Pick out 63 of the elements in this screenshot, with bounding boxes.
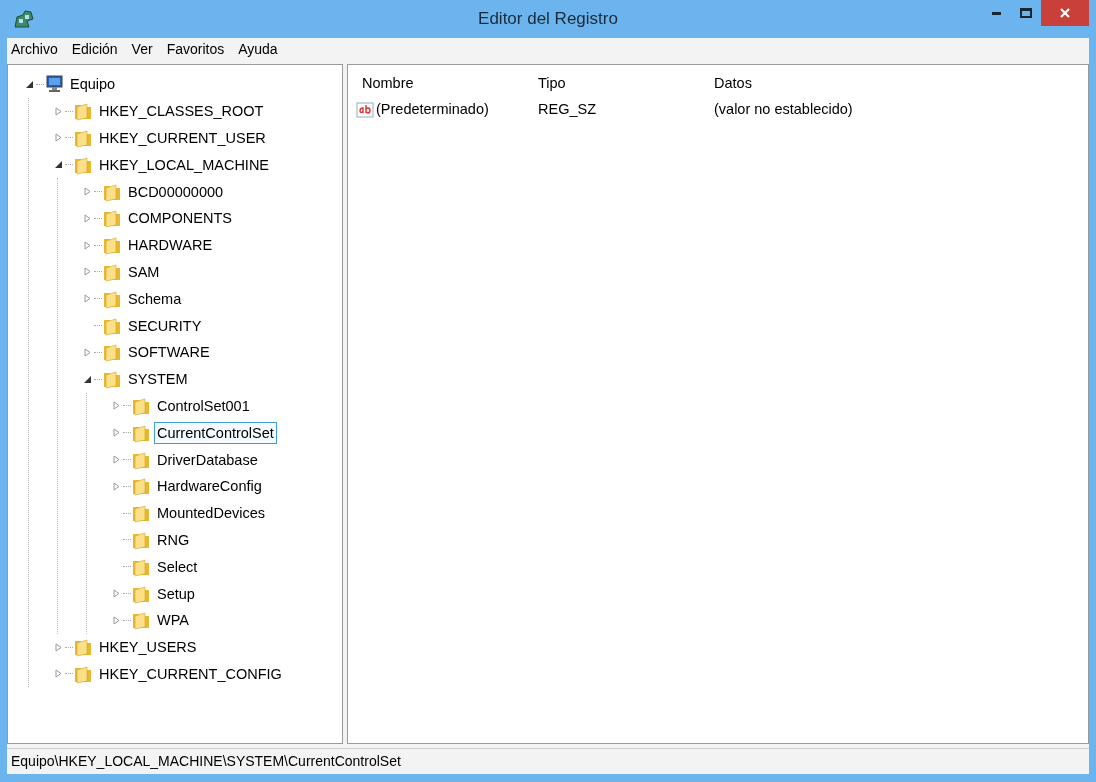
folder-icon (73, 154, 93, 175)
folder-icon (131, 503, 151, 524)
tree-item[interactable]: HKEY_LOCAL_MACHINE (96, 153, 273, 176)
folder-icon (131, 449, 151, 470)
tree-item[interactable]: CurrentControlSet (154, 421, 277, 444)
status-bar: Equipo\HKEY_LOCAL_MACHINE\SYSTEM\CurrentControlSet (7, 748, 1089, 774)
folder-icon (102, 315, 122, 336)
menu-item[interactable]: Favoritos (166, 38, 225, 60)
folder-icon (131, 583, 151, 604)
tree-item[interactable]: SAM (125, 260, 163, 283)
table-cell-text: (valor no establecido) (714, 100, 853, 120)
folder-icon (102, 235, 122, 256)
tree-item[interactable]: HKEY_CURRENT_CONFIG (96, 662, 285, 685)
registry-app-icon (13, 9, 35, 29)
tree-item[interactable]: Setup (154, 582, 198, 605)
tree-item[interactable]: SYSTEM (125, 368, 191, 391)
column-header[interactable]: Tipo (532, 73, 708, 95)
tree-item[interactable]: Select (154, 555, 201, 578)
folder-icon (131, 476, 151, 497)
folder-icon (102, 342, 122, 363)
menu-item[interactable]: Ayuda (238, 38, 278, 60)
tree-item[interactable]: HKEY_CLASSES_ROOT (96, 100, 267, 123)
column-header[interactable]: Nombre (356, 73, 532, 95)
tree-item[interactable]: COMPONENTS (125, 207, 235, 230)
menu-item[interactable]: Edición (71, 38, 118, 60)
tree-item[interactable]: SECURITY (125, 314, 205, 337)
tree-item[interactable]: HARDWARE (125, 234, 216, 257)
folder-icon (131, 422, 151, 443)
folder-icon (73, 101, 93, 122)
folder-icon (131, 529, 151, 550)
tree-item[interactable]: DriverDatabase (154, 448, 261, 471)
window-title: Editor del Registro (477, 8, 619, 31)
tree-item[interactable]: HKEY_USERS (96, 636, 200, 659)
close-icon (1060, 8, 1070, 18)
tree-item[interactable]: BCD00000000 (125, 180, 227, 203)
folder-icon (102, 288, 122, 309)
tree-item[interactable]: MountedDevices (154, 502, 268, 525)
folder-icon (73, 663, 93, 684)
table-cell-text: REG_SZ (538, 100, 596, 120)
folder-icon (131, 556, 151, 577)
menu-item[interactable]: Archivo (11, 38, 58, 60)
folder-icon (73, 637, 93, 658)
tree-item[interactable]: Equipo (67, 73, 119, 96)
tree-item[interactable]: RNG (154, 528, 193, 551)
folder-icon (131, 610, 151, 631)
tree-item[interactable]: SOFTWARE (125, 341, 213, 364)
table-cell-text: (Predeterminado) (376, 100, 489, 120)
tree-item[interactable]: ControlSet001 (154, 394, 253, 417)
computer-icon (44, 74, 64, 95)
folder-icon (102, 208, 122, 229)
tree-item[interactable]: Schema (125, 287, 185, 310)
folder-icon (73, 128, 93, 148)
folder-icon (102, 261, 122, 282)
tree-item[interactable]: WPA (154, 609, 192, 632)
column-header[interactable]: Datos (708, 73, 968, 95)
close-button[interactable] (1041, 0, 1089, 26)
tree-item[interactable]: HardwareConfig (154, 475, 265, 498)
folder-icon (131, 395, 151, 416)
tree-item[interactable]: HKEY_CURRENT_USER (96, 127, 269, 149)
menu-item[interactable]: Ver (131, 38, 153, 60)
string-value-icon (356, 102, 374, 118)
folder-icon (102, 369, 122, 390)
folder-icon (102, 181, 122, 202)
